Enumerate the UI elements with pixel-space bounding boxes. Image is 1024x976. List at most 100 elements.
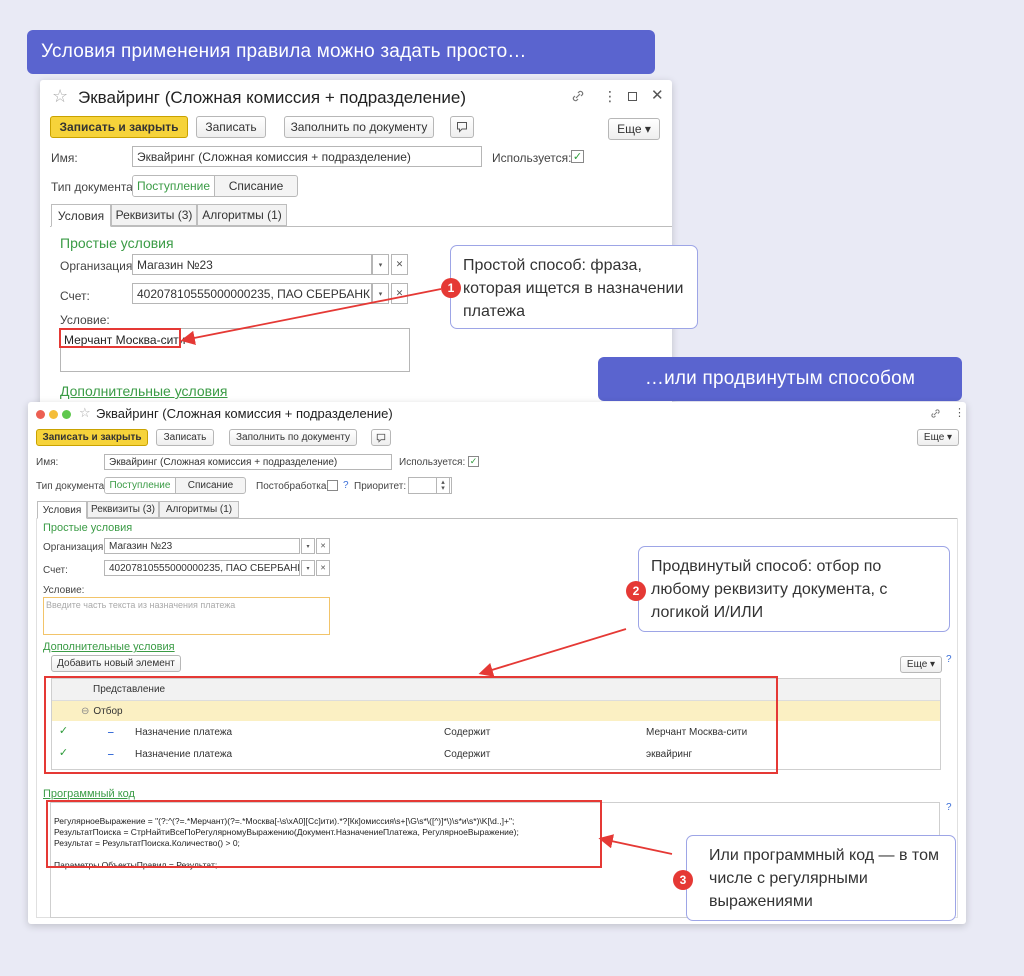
link-icon[interactable]	[929, 407, 941, 419]
maximize-icon[interactable]	[628, 92, 637, 101]
doctype-toggle[interactable]: Поступление Списание	[132, 175, 298, 197]
condition-placeholder: Введите часть текста из назначения плате…	[46, 600, 236, 610]
account-clear-icon[interactable]: ✕	[391, 283, 408, 304]
code-line-1: РегулярноеВыражение = "(?:^(?=.*Мерчант)…	[54, 816, 515, 826]
doctype-toggle[interactable]: Поступление Списание	[104, 477, 246, 494]
tab-conditions[interactable]: Условия	[37, 501, 87, 519]
tab-algorithms[interactable]: Алгоритмы (1)	[159, 501, 239, 518]
doctype-label: Тип документа:	[51, 180, 137, 194]
collapse-icon[interactable]: ⊖	[81, 706, 89, 717]
used-checkbox[interactable]: ✓	[468, 456, 479, 467]
doctype-outgoing[interactable]: Списание	[176, 478, 245, 493]
table-row[interactable]: ✓ ‒ Назначение платежа Содержит Мерчант …	[52, 721, 940, 743]
fill-by-document-button[interactable]: Заполнить по документу	[284, 116, 434, 138]
priority-label: Приоритет:	[354, 481, 407, 492]
org-label: Организация:	[43, 542, 107, 553]
row-2-field: Назначение платежа	[135, 748, 233, 760]
account-input[interactable]: 40207810555000000235, ПАО СБЕРБАНК	[132, 283, 372, 304]
account-label: Счет:	[43, 565, 68, 576]
tab-requisites[interactable]: Реквизиты (3)	[111, 204, 197, 226]
banner-advanced: …или продвинутым способом	[598, 357, 962, 401]
save-button[interactable]: Записать	[196, 116, 266, 138]
row-1-field: Назначение платежа	[135, 726, 233, 738]
fill-by-document-button[interactable]: Заполнить по документу	[229, 429, 357, 446]
more-button[interactable]: Еще ▾	[917, 429, 959, 446]
favorite-star-icon[interactable]: ☆	[79, 405, 91, 421]
account-dropdown-icon[interactable]: ▾	[301, 560, 315, 576]
used-checkbox[interactable]: ✓	[571, 150, 584, 163]
callout-3-number: 3	[673, 870, 693, 890]
org-clear-icon[interactable]: ✕	[391, 254, 408, 275]
table-row[interactable]: ✓ ‒ Назначение платежа Содержит эквайрин…	[52, 743, 940, 765]
link-icon[interactable]	[570, 88, 586, 104]
row-1-value: Мерчант Москва-сити	[646, 726, 748, 738]
name-input[interactable]: Эквайринг (Сложная комиссия + подразделе…	[104, 454, 392, 470]
traffic-light-yellow[interactable]	[49, 410, 58, 419]
simple-conditions-title: Простые условия	[60, 235, 174, 251]
org-label: Организация:	[60, 259, 136, 273]
org-dropdown-icon[interactable]: ▾	[372, 254, 389, 275]
banner-advanced-text: …или продвинутым способом	[644, 368, 916, 389]
additional-conditions-link[interactable]: Дополнительные условия	[43, 641, 175, 653]
doctype-outgoing[interactable]: Списание	[215, 176, 297, 196]
org-input[interactable]: Магазин №23	[104, 538, 300, 554]
row-2-value: эквайринг	[646, 748, 693, 760]
callout-2: Продвинутый способ: отбор по любому рекв…	[638, 546, 950, 632]
callout-2-number: 2	[626, 581, 646, 601]
save-button[interactable]: Записать	[156, 429, 214, 446]
window-title: Эквайринг (Сложная комиссия + подразделе…	[96, 406, 393, 421]
used-label: Используется:	[492, 151, 572, 165]
window-title: Эквайринг (Сложная комиссия + подразделе…	[78, 88, 467, 107]
simple-conditions-title: Простые условия	[43, 522, 133, 534]
used-label: Используется:	[399, 457, 466, 468]
more-button[interactable]: Еще ▾	[608, 118, 660, 140]
condition-label: Условие:	[60, 313, 110, 327]
code-help-icon[interactable]: ?	[946, 802, 952, 813]
account-clear-icon[interactable]: ✕	[316, 560, 330, 576]
favorite-star-icon[interactable]: ☆	[52, 86, 68, 107]
callout-3: Или программный код — в том числе с регу…	[686, 835, 956, 921]
condition-label: Условие:	[43, 585, 85, 596]
grid-more-button[interactable]: Еще ▾	[900, 656, 942, 673]
traffic-light-green[interactable]	[62, 410, 71, 419]
postprocess-checkbox[interactable]	[327, 480, 338, 491]
help-icon[interactable]: ?	[343, 480, 349, 491]
row-1-op: Содержит	[444, 726, 491, 738]
tabs-line	[50, 226, 672, 227]
more-icon[interactable]: ⋮	[954, 406, 965, 419]
row-1-checkbox[interactable]: ✓	[58, 725, 69, 737]
tab-algorithms[interactable]: Алгоритмы (1)	[197, 204, 287, 226]
account-dropdown-icon[interactable]: ▾	[372, 283, 389, 304]
tab-requisites[interactable]: Реквизиты (3)	[87, 501, 159, 518]
condition-value: Мерчант Москва-сити	[64, 333, 186, 347]
save-and-close-button[interactable]: Записать и закрыть	[36, 429, 148, 446]
add-element-button[interactable]: Добавить новый элемент	[51, 655, 181, 672]
tab-conditions[interactable]: Условия	[51, 204, 111, 227]
doctype-incoming[interactable]: Поступление	[105, 478, 176, 493]
org-dropdown-icon[interactable]: ▾	[301, 538, 315, 554]
name-input[interactable]: Эквайринг (Сложная комиссия + подразделе…	[132, 146, 482, 167]
org-input[interactable]: Магазин №23	[132, 254, 372, 275]
priority-stepper-icon[interactable]: ▴ ▾	[436, 477, 450, 494]
grid-help-icon[interactable]: ?	[946, 654, 952, 665]
traffic-light-red[interactable]	[36, 410, 45, 419]
row-2-checkbox[interactable]: ✓	[58, 747, 69, 759]
comment-icon[interactable]	[371, 429, 391, 446]
doctype-label: Тип документа:	[36, 481, 107, 492]
doctype-incoming[interactable]: Поступление	[133, 176, 215, 196]
account-input[interactable]: 40207810555000000235, ПАО СБЕРБАНК	[104, 560, 300, 576]
close-icon[interactable]: ✕	[651, 86, 664, 104]
banner-simple-text: Условия применения правила можно задать …	[41, 41, 527, 62]
callout-1-text: Простой способ: фраза, которая ищется в …	[463, 257, 684, 320]
save-and-close-button[interactable]: Записать и закрыть	[50, 116, 188, 138]
banner-simple: Условия применения правила можно задать …	[27, 30, 655, 74]
grid-group-row[interactable]: ⊖ Отбор	[52, 701, 940, 721]
postprocess-label: Постобработка:	[256, 481, 330, 492]
grid-header: Представление	[52, 679, 940, 701]
comment-icon[interactable]	[450, 116, 474, 138]
more-icon[interactable]: ⋮	[603, 88, 617, 105]
callout-1-number: 1	[441, 278, 461, 298]
additional-conditions-link[interactable]: Дополнительные условия	[60, 383, 228, 399]
org-clear-icon[interactable]: ✕	[316, 538, 330, 554]
account-label: Счет:	[60, 289, 90, 303]
